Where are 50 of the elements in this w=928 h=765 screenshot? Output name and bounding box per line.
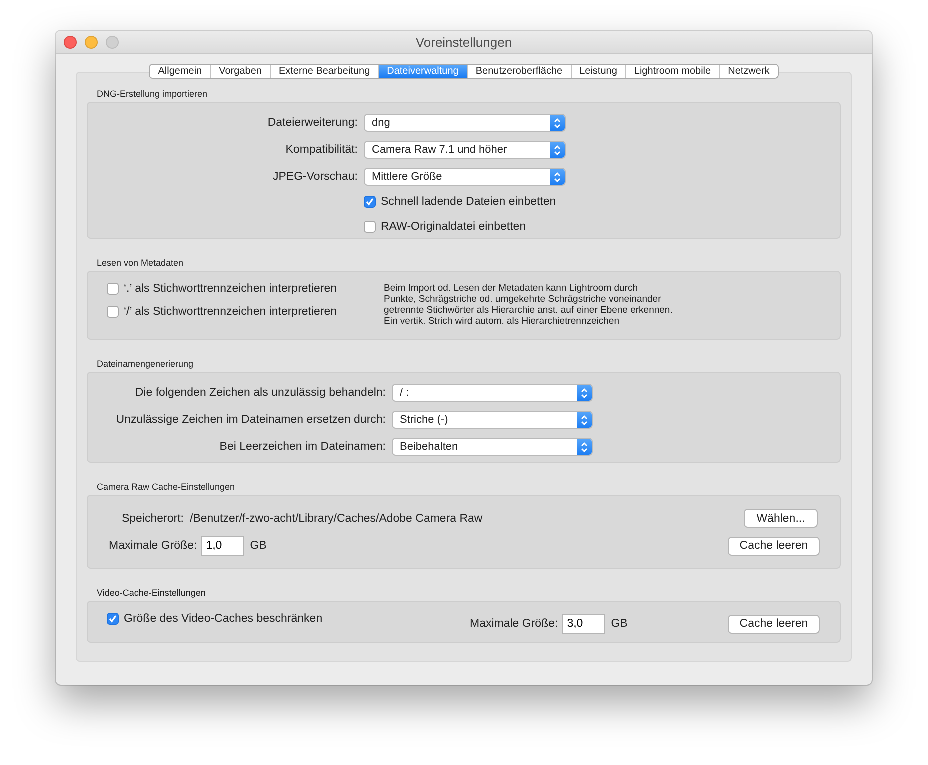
chevron-icon [577, 385, 592, 402]
dropdown[interactable]: Camera Raw 7.1 und höher [364, 141, 566, 159]
checkbox[interactable] [364, 221, 376, 233]
field-label: Die folgenden Zeichen als unzulässig behandeln: [134, 387, 386, 400]
dropdown[interactable]: Mittlere Größe [364, 168, 566, 186]
close-button[interactable] [64, 36, 77, 48]
section-title: Dateinamengenerierung [97, 358, 195, 370]
chevron-icon [550, 142, 565, 158]
tab[interactable]: Allgemein [150, 65, 212, 78]
window-title: Voreinstellungen [416, 34, 512, 50]
zoom-button[interactable] [106, 36, 119, 48]
chevron-icon [550, 169, 565, 185]
input-field[interactable]: 1,0 [201, 536, 244, 556]
input-field[interactable]: 3,0 [562, 614, 606, 634]
section-title: DNG-Erstellung importieren [97, 88, 209, 100]
field-label: Dateierweiterung: [266, 117, 358, 129]
checkbox-label: ‘.’ als Stichworttrennzeichen interpretieren [124, 283, 338, 296]
chevron-icon [550, 115, 565, 131]
section-title: Camera Raw Cache-Einstellungen [97, 481, 236, 494]
checkbox[interactable] [107, 306, 119, 318]
checkbox[interactable] [107, 283, 119, 296]
field-label: Maximale Größe: [109, 540, 198, 552]
unit-label: GB [250, 540, 268, 552]
chevron-icon [577, 412, 592, 428]
field-label: Unzulässige Zeichen im Dateinamen ersetzen durch: [115, 414, 386, 426]
minimize-button[interactable] [85, 36, 98, 48]
field-label: Maximale Größe: [470, 618, 558, 630]
choose-button[interactable]: Wählen... [744, 509, 818, 528]
checkbox[interactable] [107, 613, 119, 626]
dropdown[interactable]: Beibehalten [392, 438, 593, 456]
field-label: Speicherort: [120, 512, 184, 525]
clear-cache-button[interactable]: Cache leeren [728, 614, 820, 634]
section-title: Video-Cache-Einstellungen [97, 587, 207, 600]
field-label: JPEG-Vorschau: [272, 171, 358, 183]
clear-cache-button[interactable]: Cache leeren [728, 536, 820, 556]
checkbox-label: ‘/’ als Stichworttrennzeichen interpretieren [124, 306, 338, 318]
section-title: Lesen von Metadaten [97, 257, 185, 270]
checkbox-label: RAW-Originaldatei einbetten [381, 221, 526, 233]
chevron-icon [577, 439, 592, 456]
checkbox-label: Schnell ladende Dateien einbetten [381, 196, 556, 208]
path-text: /Benutzer/f-zwo-acht/Library/Caches/Adobe Camera Raw [190, 512, 484, 525]
checkbox-label: Größe des Video-Caches beschränken [124, 613, 323, 626]
description-text: Beim Import od. Lesen der Metadaten kann Lightroom durch Punkte, Schrägstriche od. umgekehrte Schrägstriche voneinander getrennte Stichwörter als Hierarchie anst. auf einer Ebene erkennen. Ein vertik. Strich wird autom. als Hierarchietrennzeichen [384, 283, 673, 330]
dropdown[interactable]: Striche (-) [392, 411, 593, 430]
dropdown[interactable]: / : [392, 384, 593, 402]
dropdown[interactable]: dng [364, 114, 566, 132]
unit-label: GB [611, 618, 629, 630]
field-label: Kompatibilität: [284, 144, 358, 156]
checkbox[interactable] [364, 196, 376, 208]
field-label: Bei Leerzeichen im Dateinamen: [218, 441, 386, 454]
